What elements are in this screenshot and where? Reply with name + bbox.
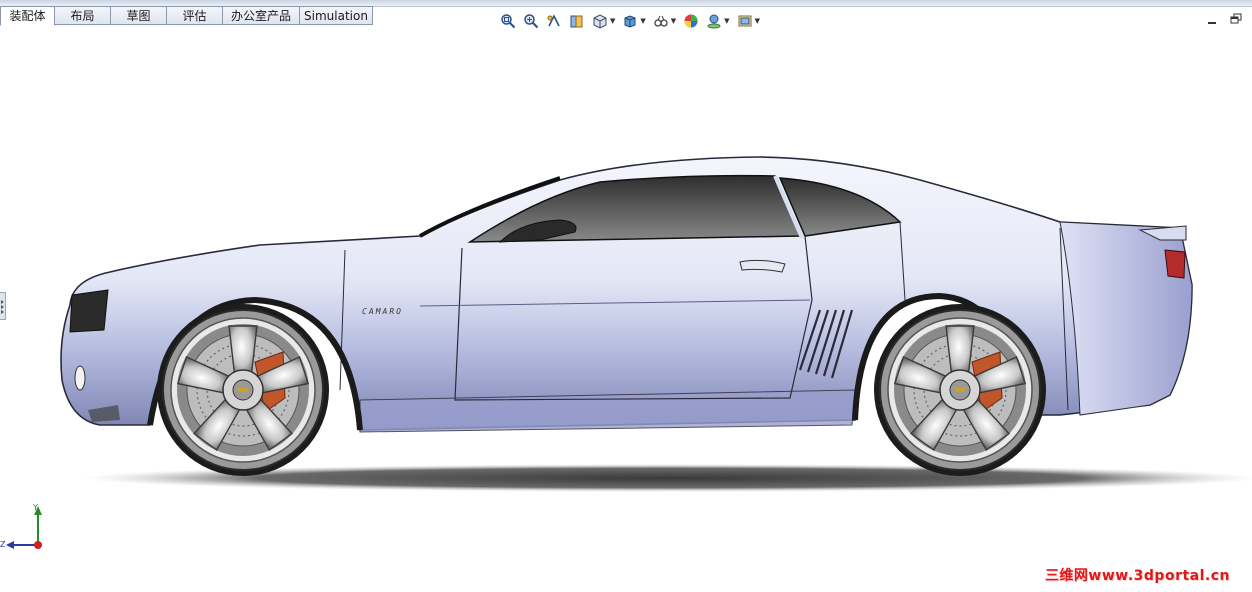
tab-layout[interactable]: 布局	[55, 6, 111, 25]
minimize-icon[interactable]	[1204, 12, 1220, 26]
apply-scene-icon[interactable]	[705, 12, 723, 30]
display-style-icon[interactable]	[621, 12, 639, 30]
previous-view-icon[interactable]	[545, 12, 563, 30]
watermark-text: 三维网www.3dportal.cn	[1044, 568, 1230, 584]
tab-sketch[interactable]: 草图	[111, 6, 167, 25]
car-model	[60, 156, 1252, 492]
view-settings-dropdown-icon[interactable]: ▼	[755, 17, 760, 25]
rear-wheel	[873, 303, 1047, 477]
tab-assembly[interactable]: 装配体	[0, 6, 55, 26]
zoom-to-fit-icon[interactable]	[499, 12, 517, 30]
triad-z-label: Z	[0, 540, 6, 549]
edit-appearance-icon[interactable]	[682, 12, 700, 30]
view-orientation-dropdown-icon[interactable]: ▼	[610, 17, 615, 25]
tab-simulation[interactable]: Simulation	[300, 6, 373, 25]
restore-icon[interactable]	[1228, 12, 1244, 26]
command-manager-tabs: 装配体 布局 草图 评估 办公室产品 Simulation	[0, 6, 373, 26]
car-badge-text: CAMARO	[361, 307, 404, 316]
apply-scene-dropdown-icon[interactable]: ▼	[724, 17, 729, 25]
front-wheel	[156, 303, 330, 477]
graphics-area[interactable]: CAMARO	[0, 30, 1252, 588]
tab-evaluate[interactable]: 评估	[167, 6, 223, 25]
view-settings-icon[interactable]	[736, 12, 754, 30]
heads-up-view-toolbar: ▼ ▼ ▼ ▼ ▼	[499, 11, 766, 31]
triad-y-label: Y	[33, 503, 38, 512]
display-style-dropdown-icon[interactable]: ▼	[640, 17, 645, 25]
section-view-icon[interactable]	[568, 12, 586, 30]
hide-show-items-icon[interactable]	[652, 12, 670, 30]
view-orientation-icon[interactable]	[591, 12, 609, 30]
tab-office-products[interactable]: 办公室产品	[223, 6, 300, 25]
reference-triad: Y Z	[0, 500, 50, 558]
hide-show-dropdown-icon[interactable]: ▼	[671, 17, 676, 25]
window-controls	[1204, 12, 1244, 26]
zoom-area-icon[interactable]	[522, 12, 540, 30]
